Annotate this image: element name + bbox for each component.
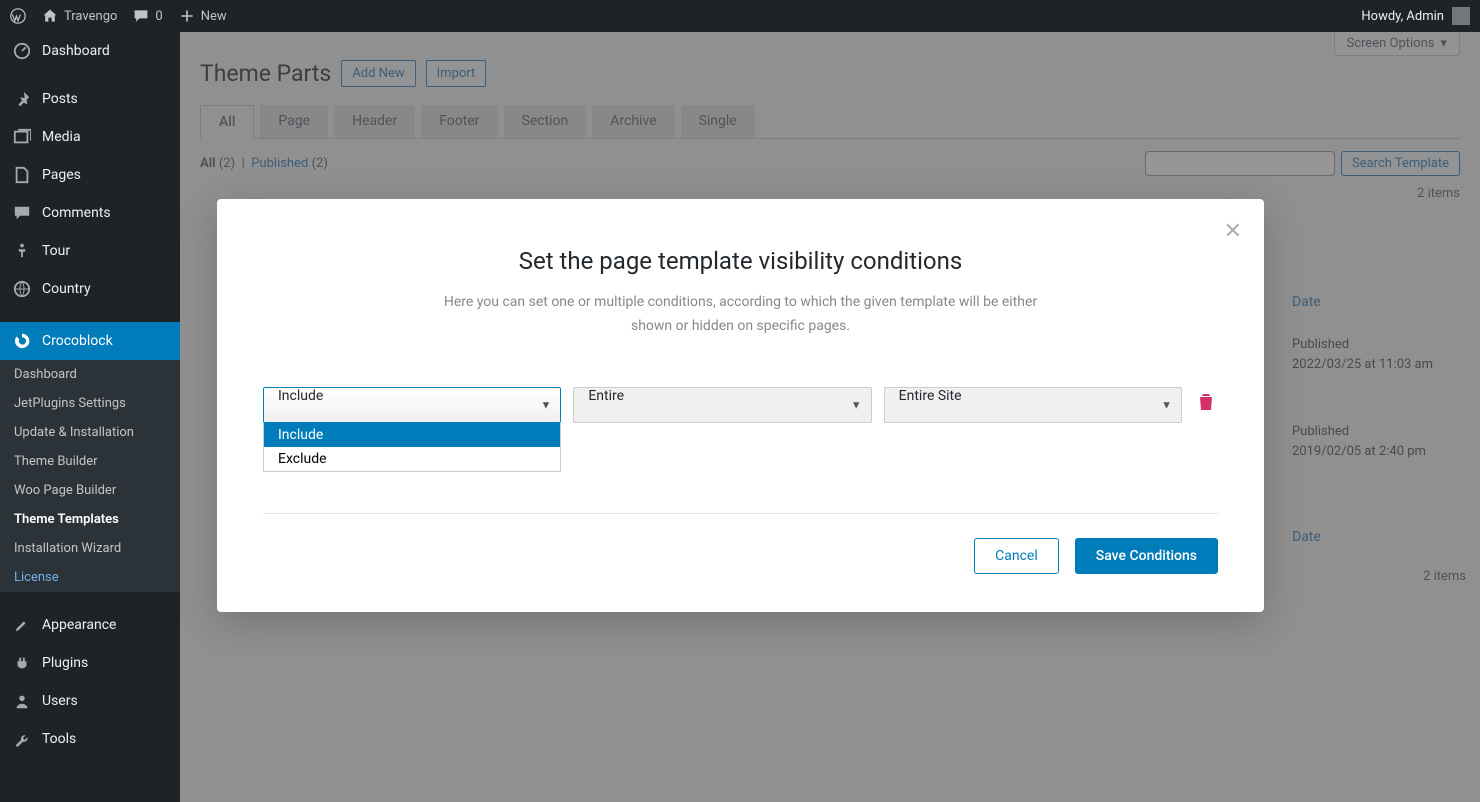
plug-icon xyxy=(12,653,32,673)
close-button[interactable]: ✕ xyxy=(1224,219,1242,244)
dropdown-option-exclude[interactable]: Exclude xyxy=(264,447,560,471)
admin-sidebar: Dashboard Posts Media Pages Comments Tou… xyxy=(0,32,180,802)
menu-label: Users xyxy=(42,693,78,709)
comment-icon xyxy=(12,203,32,223)
include-dropdown: Include Exclude xyxy=(263,423,561,472)
avatar-icon xyxy=(1452,7,1470,25)
menu-label: Media xyxy=(42,129,81,145)
submenu-jetplugins[interactable]: JetPlugins Settings xyxy=(0,389,180,418)
menu-dashboard[interactable]: Dashboard xyxy=(0,32,180,70)
menu-plugins[interactable]: Plugins xyxy=(0,644,180,682)
plus-icon xyxy=(179,8,195,24)
brush-icon xyxy=(12,615,32,635)
globe-icon xyxy=(12,279,32,299)
dropdown-option-include[interactable]: Include xyxy=(264,423,560,447)
delete-condition-button[interactable] xyxy=(1194,393,1218,416)
cancel-button[interactable]: Cancel xyxy=(974,538,1059,574)
comments-count: 0 xyxy=(155,9,162,24)
home-icon xyxy=(42,8,58,24)
condition-row: Include ▼ Include Exclude Entire ▼ Entir… xyxy=(263,387,1218,423)
modal-title: Set the page template visibility conditi… xyxy=(263,247,1218,275)
target-select[interactable]: Entire Site ▼ xyxy=(884,387,1182,423)
howdy-text: Howdy, Admin xyxy=(1361,9,1444,24)
submenu-themebuilder[interactable]: Theme Builder xyxy=(0,447,180,476)
menu-comments[interactable]: Comments xyxy=(0,194,180,232)
submenu-themetemplates[interactable]: Theme Templates xyxy=(0,505,180,534)
media-icon xyxy=(12,127,32,147)
new-link[interactable]: New xyxy=(179,8,227,24)
new-label: New xyxy=(201,9,227,24)
menu-label: Crocoblock xyxy=(42,333,113,349)
conditions-modal: ✕ Set the page template visibility condi… xyxy=(217,199,1264,612)
menu-pages[interactable]: Pages xyxy=(0,156,180,194)
wp-logo[interactable] xyxy=(10,8,26,24)
menu-label: Posts xyxy=(42,91,78,107)
menu-label: Tools xyxy=(42,731,76,747)
crocoblock-icon xyxy=(12,331,32,351)
site-name: Travengo xyxy=(64,9,117,24)
menu-label: Appearance xyxy=(42,617,116,633)
menu-label: Plugins xyxy=(42,655,88,671)
menu-users[interactable]: Users xyxy=(0,682,180,720)
select-value: Entire Site xyxy=(884,387,1182,423)
admin-bar: Travengo 0 New Howdy, Admin xyxy=(0,0,1480,32)
menu-label: Pages xyxy=(42,167,81,183)
menu-posts[interactable]: Posts xyxy=(0,80,180,118)
menu-label: Tour xyxy=(42,243,70,259)
submenu-dashboard[interactable]: Dashboard xyxy=(0,360,180,389)
scope-select[interactable]: Entire ▼ xyxy=(573,387,871,423)
pin-icon xyxy=(12,89,32,109)
menu-label: Dashboard xyxy=(42,43,110,59)
menu-country[interactable]: Country xyxy=(0,270,180,308)
submenu-installwiz[interactable]: Installation Wizard xyxy=(0,534,180,563)
menu-label: Country xyxy=(42,281,91,297)
dashboard-icon xyxy=(12,41,32,61)
submenu-license[interactable]: License xyxy=(0,563,180,592)
menu-appearance[interactable]: Appearance xyxy=(0,606,180,644)
comments-link[interactable]: 0 xyxy=(133,8,162,24)
site-link[interactable]: Travengo xyxy=(42,8,117,24)
submenu-woopage[interactable]: Woo Page Builder xyxy=(0,476,180,505)
submenu-update[interactable]: Update & Installation xyxy=(0,418,180,447)
comment-icon xyxy=(133,8,149,24)
menu-media[interactable]: Media xyxy=(0,118,180,156)
divider xyxy=(263,513,1218,514)
user-icon xyxy=(12,691,32,711)
menu-label: Comments xyxy=(42,205,111,221)
select-value: Include xyxy=(263,387,561,423)
close-icon: ✕ xyxy=(1224,219,1242,244)
menu-tour[interactable]: Tour xyxy=(0,232,180,270)
wordpress-icon xyxy=(10,8,26,24)
menu-crocoblock[interactable]: Crocoblock xyxy=(0,322,180,360)
modal-description: Here you can set one or multiple conditi… xyxy=(431,291,1051,339)
select-value: Entire xyxy=(573,387,871,423)
include-select[interactable]: Include ▼ Include Exclude xyxy=(263,387,561,423)
person-icon xyxy=(12,241,32,261)
wrench-icon xyxy=(12,729,32,749)
page-icon xyxy=(12,165,32,185)
menu-tools[interactable]: Tools xyxy=(0,720,180,758)
save-button[interactable]: Save Conditions xyxy=(1075,538,1218,574)
trash-icon xyxy=(1198,393,1214,411)
howdy-link[interactable]: Howdy, Admin xyxy=(1361,7,1470,25)
